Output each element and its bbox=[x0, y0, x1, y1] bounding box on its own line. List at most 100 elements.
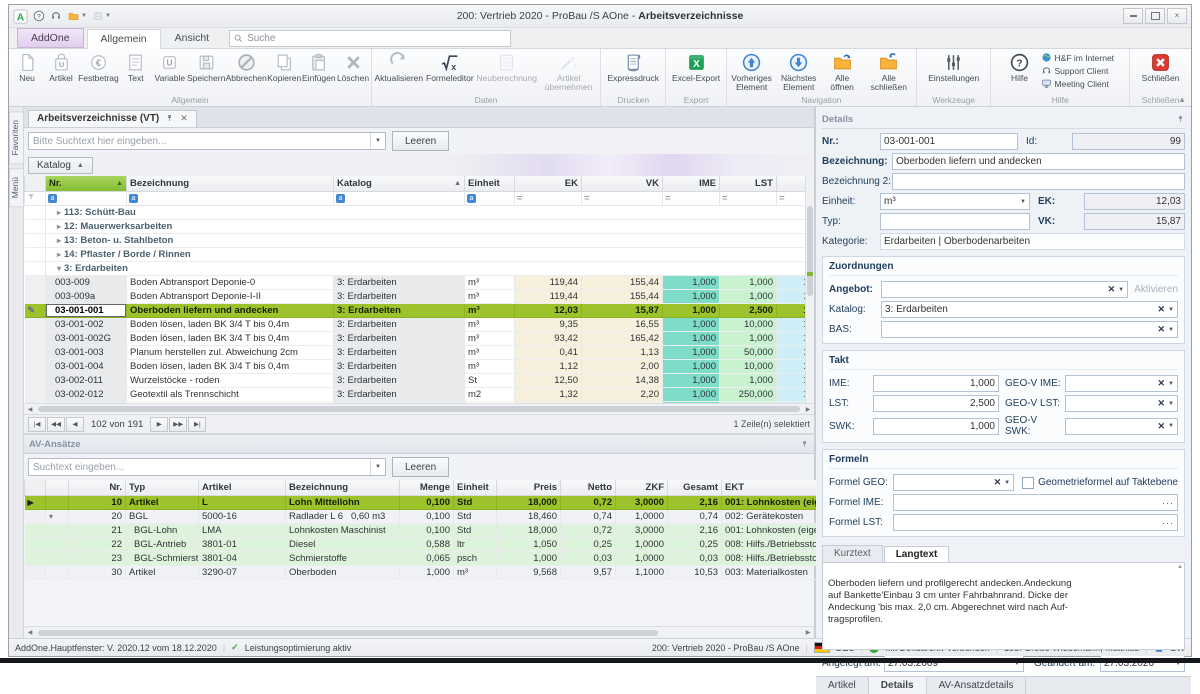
cell-kat[interactable]: 3: Erdarbeiten bbox=[334, 290, 465, 304]
cell-vk[interactable]: 155,44 bbox=[582, 290, 663, 304]
av-column-header-nr[interactable]: Nr. bbox=[69, 480, 126, 496]
pager-last-button[interactable]: ▶| bbox=[188, 417, 206, 432]
cell-bez[interactable]: Radlader L 6 0,60 m3 bbox=[286, 510, 400, 524]
cell-ime[interactable]: 1,000 bbox=[663, 332, 720, 346]
ribbon-search-input[interactable]: Suche bbox=[229, 30, 511, 47]
cell-ek[interactable]: 9,35 bbox=[515, 318, 582, 332]
cell-gesamt[interactable]: 0,03 bbox=[668, 552, 722, 566]
cell-artikel[interactable]: 3801-01 bbox=[199, 538, 286, 552]
cell-bez[interactable]: Planum herstellen zul. Abweichung 2cm bbox=[127, 346, 334, 360]
ribbon-collapse-icon[interactable]: ▲ bbox=[1178, 95, 1186, 104]
cell-artikel[interactable]: LMA bbox=[199, 524, 286, 538]
cell-einheit[interactable]: Std bbox=[454, 510, 497, 524]
schliessen-button[interactable]: Schließen bbox=[1140, 50, 1182, 83]
clear-icon[interactable]: ✕ bbox=[1108, 284, 1116, 295]
cell-menge[interactable]: 0,100 bbox=[400, 510, 454, 524]
expand-icon[interactable]: ▸ bbox=[57, 222, 61, 231]
cell-swk[interactable]: 1,000 bbox=[777, 346, 806, 360]
chevron-down-icon[interactable]: ▼ bbox=[105, 13, 111, 19]
geo-swk-select[interactable]: ✕▼ bbox=[1065, 418, 1178, 435]
cell-einheit[interactable]: psch bbox=[454, 552, 497, 566]
table-row[interactable]: 03-002-011Wurzelstöcke - roden3: Erdarbe… bbox=[25, 374, 806, 388]
cell-bez[interactable]: Boden Abtransport Deponie-I-II bbox=[127, 290, 334, 304]
main-grid-hscrollbar[interactable]: ◀ ▶ bbox=[24, 403, 814, 414]
bottom-hscrollbar[interactable]: ◀ ▶ bbox=[24, 626, 814, 638]
sidebar-tab-favoriten[interactable]: Favoriten bbox=[9, 111, 23, 164]
cell-ek[interactable]: 1,12 bbox=[515, 360, 582, 374]
bezeichnung-field[interactable]: Oberboden liefern und andecken bbox=[892, 153, 1185, 170]
cell-ime[interactable]: 1,000 bbox=[663, 304, 720, 318]
close-window-button[interactable]: × bbox=[1167, 8, 1187, 24]
row-selector[interactable] bbox=[25, 552, 46, 566]
cell-typ[interactable]: Artikel bbox=[126, 566, 199, 580]
table-row[interactable]: 22BGL-Antrieb3801-01Diesel0,588ltr1,0500… bbox=[25, 538, 905, 552]
cell-netto[interactable]: 9,57 bbox=[561, 566, 616, 580]
cell-swk[interactable]: 1,000 bbox=[777, 374, 806, 388]
einstellungen-button[interactable]: Einstellungen bbox=[926, 50, 981, 83]
cell-ime[interactable]: 1,000 bbox=[663, 318, 720, 332]
cell-preis[interactable]: 1,000 bbox=[497, 552, 561, 566]
main-search-input[interactable]: Bitte Suchtext hier eingeben... ▼ bbox=[28, 132, 386, 150]
cell-typ[interactable]: Artikel bbox=[126, 496, 199, 510]
scroll-right-icon[interactable]: ▶ bbox=[802, 406, 814, 413]
cell-einheit[interactable]: m³ bbox=[465, 360, 515, 374]
geo-lst-select[interactable]: ✕▼ bbox=[1065, 395, 1178, 412]
main-grid-filter-row[interactable]: aaaa====== bbox=[25, 192, 806, 206]
filter-cell-bez[interactable]: a bbox=[127, 192, 334, 206]
neuberechnung-button[interactable]: Neuberechnung bbox=[475, 50, 538, 83]
cell-vk[interactable]: 16,55 bbox=[582, 318, 663, 332]
quick-support-icon[interactable] bbox=[50, 10, 62, 22]
cell-gesamt[interactable]: 10,53 bbox=[668, 566, 722, 580]
row-selector[interactable] bbox=[25, 510, 46, 524]
cell-netto[interactable]: 0,03 bbox=[561, 552, 616, 566]
filter-cell-ek[interactable]: = bbox=[515, 192, 582, 206]
column-header-kat[interactable]: Katalog▲ bbox=[334, 176, 465, 192]
group-row[interactable]: ▸113: Schütt-Bau bbox=[25, 206, 806, 220]
pin-icon[interactable] bbox=[800, 440, 809, 449]
cell-menge[interactable]: 0,100 bbox=[400, 524, 454, 538]
tab-av-ansatzdetails[interactable]: AV-Ansatzdetails bbox=[927, 677, 1027, 694]
sidebar-tab-menue[interactable]: Menü bbox=[9, 168, 23, 207]
filter-cell-kat[interactable]: a bbox=[334, 192, 465, 206]
tab-artikel[interactable]: Artikel bbox=[816, 677, 869, 694]
cell-nr[interactable]: 10 bbox=[69, 496, 126, 510]
cell-nr[interactable]: 21 bbox=[69, 524, 126, 538]
filter-cell-einheit[interactable]: a bbox=[465, 192, 515, 206]
cell-netto[interactable]: 0,25 bbox=[561, 538, 616, 552]
table-row[interactable]: 003-009aBoden Abtransport Deponie-I-II3:… bbox=[25, 290, 806, 304]
table-row[interactable]: 03-001-003Planum herstellen zul. Abweich… bbox=[25, 346, 806, 360]
cell-vk[interactable]: 165,42 bbox=[582, 332, 663, 346]
cell-preis[interactable]: 18,000 bbox=[497, 496, 561, 510]
column-header-einheit[interactable]: Einheit bbox=[465, 176, 515, 192]
variable-button[interactable]: UVariable bbox=[153, 50, 187, 83]
cell-einheit[interactable]: m³ bbox=[465, 304, 515, 318]
cell-nr[interactable]: 03-002-011 bbox=[46, 374, 127, 388]
typ-field[interactable] bbox=[880, 213, 1030, 230]
equals-filter-icon[interactable]: = bbox=[722, 193, 728, 204]
cell-bez[interactable]: Wurzelstöcke - roden bbox=[127, 374, 334, 388]
neu-button[interactable]: Neu bbox=[10, 50, 44, 83]
row-selector[interactable] bbox=[25, 290, 46, 304]
excel-export-button[interactable]: XExcel-Export bbox=[670, 50, 722, 83]
chevron-down-icon[interactable]: ▼ bbox=[1168, 307, 1174, 313]
cell-bez[interactable]: Boden Abtransport Deponie-0 bbox=[127, 276, 334, 290]
kopieren-button[interactable]: Kopieren bbox=[267, 50, 302, 83]
row-selector[interactable] bbox=[25, 538, 46, 552]
ellipsis-button[interactable]: ··· bbox=[1162, 518, 1174, 528]
cell-nr[interactable]: 03-001-002G bbox=[46, 332, 127, 346]
cell-netto[interactable]: 0,74 bbox=[561, 510, 616, 524]
cell-ekt[interactable]: 002: Gerätekosten bbox=[722, 510, 822, 524]
group-row[interactable]: ▸13: Beton- u. Stahlbeton bbox=[25, 234, 806, 248]
table-row[interactable]: ✎03-001-001Oberboden liefern und andecke… bbox=[25, 304, 806, 318]
einfuegen-button[interactable]: Einfügen bbox=[302, 50, 336, 83]
cell-kat[interactable]: 3: Erdarbeiten bbox=[334, 276, 465, 290]
cell-bez[interactable]: Boden lösen, laden BK 3/4 T bis 0,4m bbox=[127, 318, 334, 332]
chevron-down-icon[interactable]: ▼ bbox=[1168, 381, 1174, 387]
row-selector[interactable] bbox=[25, 360, 46, 374]
angebot-select[interactable]: ✕▼ bbox=[881, 281, 1128, 298]
cell-artikel[interactable]: 3801-04 bbox=[199, 552, 286, 566]
cell-netto[interactable]: 0,72 bbox=[561, 496, 616, 510]
cell-vk[interactable]: 155,44 bbox=[582, 276, 663, 290]
clear-icon[interactable]: ✕ bbox=[1158, 324, 1166, 335]
equals-filter-icon[interactable]: = bbox=[517, 193, 523, 204]
